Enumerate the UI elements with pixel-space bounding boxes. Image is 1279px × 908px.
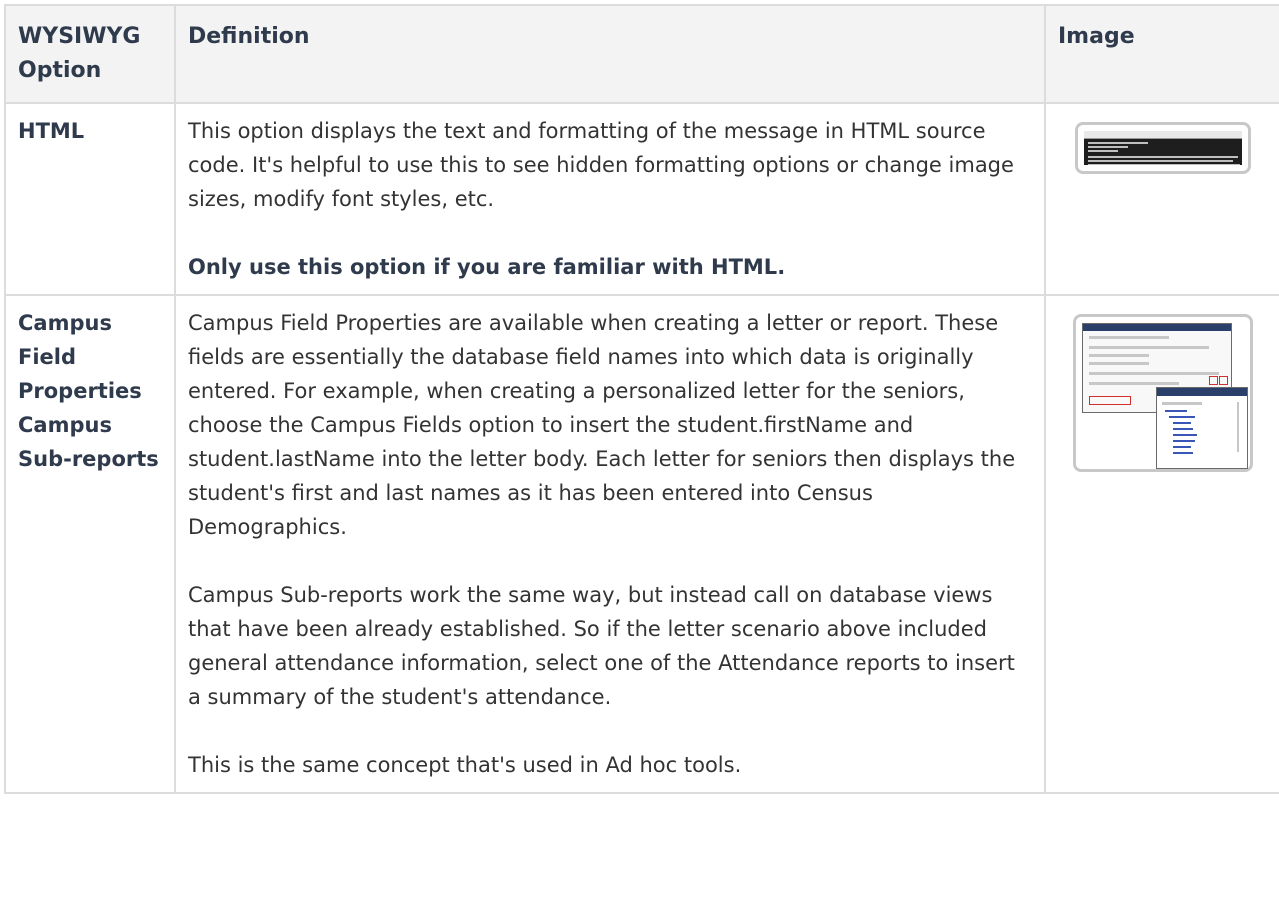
insert-campus-field-dialog xyxy=(1155,387,1248,469)
definition-cell-campus: Campus Field Properties are available wh… xyxy=(174,294,1046,794)
header-definition: Definition xyxy=(174,4,1046,104)
html-source-screenshot xyxy=(1083,131,1242,165)
image-cell-campus xyxy=(1044,294,1279,794)
header-image: Image xyxy=(1044,4,1279,104)
option-cell-html: HTML xyxy=(4,102,176,296)
definition-paragraph: Campus Field Properties are available wh… xyxy=(188,311,1016,539)
campus-fields-thumbnail[interactable] xyxy=(1072,314,1253,472)
table-header-row: WYSIWYG Option Definition Image xyxy=(4,4,1279,104)
definition-paragraph: Campus Sub-reports work the same way, bu… xyxy=(188,583,1015,709)
image-cell-html xyxy=(1044,102,1279,296)
definition-note: Only use this option if you are familiar… xyxy=(188,255,786,279)
wysiwyg-options-table: WYSIWYG Option Definition Image HTML Thi… xyxy=(4,4,1279,794)
option-cell-campus: Campus Field Properties Campus Sub-repor… xyxy=(4,294,176,794)
header-option: WYSIWYG Option xyxy=(4,4,176,104)
document-page: WYSIWYG Option Definition Image HTML Thi… xyxy=(0,0,1279,908)
table-row: HTML This option displays the text and f… xyxy=(4,102,1279,296)
definition-paragraph: This option displays the text and format… xyxy=(188,119,1014,211)
editor-toolbar xyxy=(1083,131,1242,139)
definition-cell-html: This option displays the text and format… xyxy=(174,102,1046,296)
definition-paragraph: This is the same concept that's used in … xyxy=(188,753,742,777)
html-source-thumbnail[interactable] xyxy=(1074,122,1251,174)
table-row: Campus Field Properties Campus Sub-repor… xyxy=(4,294,1279,794)
